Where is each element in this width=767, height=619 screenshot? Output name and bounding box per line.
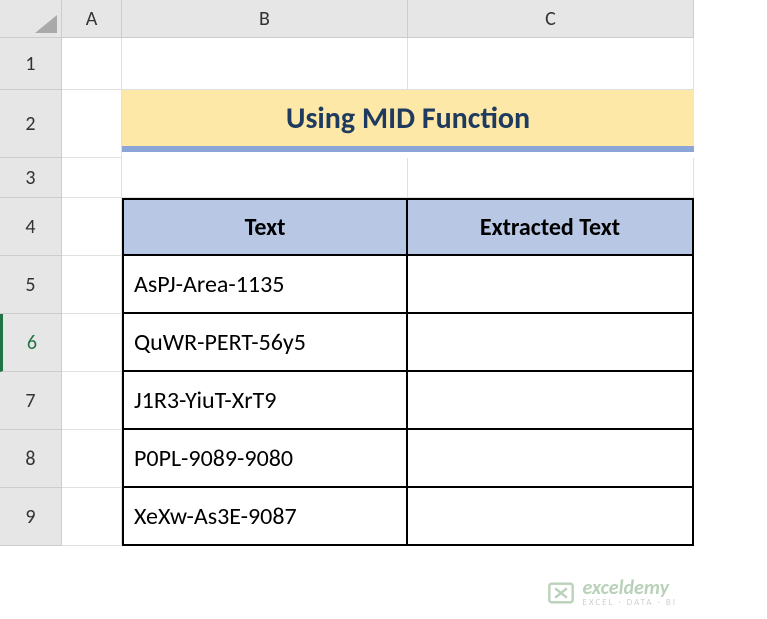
cell-A1[interactable] <box>62 38 122 90</box>
cell-C9[interactable] <box>408 488 694 546</box>
table-header-text[interactable]: Text <box>122 198 408 256</box>
select-all-corner[interactable] <box>0 0 62 38</box>
cell-A4[interactable] <box>62 198 122 256</box>
cell-A9[interactable] <box>62 488 122 546</box>
exceldemy-logo-icon <box>547 579 575 607</box>
cell-B6[interactable]: QuWR-PERT-56y5 <box>122 314 408 372</box>
cell-C6[interactable] <box>408 314 694 372</box>
cell-B1[interactable] <box>122 38 408 90</box>
watermark: exceldemy EXCEL · DATA · BI <box>547 578 677 607</box>
row-header-4[interactable]: 4 <box>0 198 62 256</box>
col-header-A[interactable]: A <box>62 0 122 38</box>
cell-B9[interactable]: XeXw-As3E-9087 <box>122 488 408 546</box>
cell-A8[interactable] <box>62 430 122 488</box>
row-header-2[interactable]: 2 <box>0 90 62 158</box>
cell-C8[interactable] <box>408 430 694 488</box>
cell-B8[interactable]: P0PL-9089-9080 <box>122 430 408 488</box>
cell-A5[interactable] <box>62 256 122 314</box>
row-header-1[interactable]: 1 <box>0 38 62 90</box>
cell-C1[interactable] <box>408 38 694 90</box>
page-title: Using MID Function <box>122 90 694 152</box>
cell-C3[interactable] <box>408 158 694 198</box>
cell-A6[interactable] <box>62 314 122 372</box>
row-header-3[interactable]: 3 <box>0 158 62 198</box>
watermark-brand: exceldemy <box>583 578 677 598</box>
row-header-8[interactable]: 8 <box>0 430 62 488</box>
col-header-C[interactable]: C <box>408 0 694 38</box>
cell-A3[interactable] <box>62 158 122 198</box>
col-header-B[interactable]: B <box>122 0 408 38</box>
cell-B7[interactable]: J1R3-YiuT-XrT9 <box>122 372 408 430</box>
spreadsheet-grid: A B C 1 2 Using MID Function 3 4 Text Ex… <box>0 0 767 546</box>
row-header-9[interactable]: 9 <box>0 488 62 546</box>
watermark-sub: EXCEL · DATA · BI <box>583 598 677 607</box>
cell-C7[interactable] <box>408 372 694 430</box>
table-header-extracted[interactable]: Extracted Text <box>408 198 694 256</box>
cell-B3[interactable] <box>122 158 408 198</box>
row-header-7[interactable]: 7 <box>0 372 62 430</box>
title-merged-cell[interactable]: Using MID Function <box>122 90 694 158</box>
row-header-5[interactable]: 5 <box>0 256 62 314</box>
cell-C5[interactable] <box>408 256 694 314</box>
cell-A2[interactable] <box>62 90 122 158</box>
row-header-6[interactable]: 6 <box>0 314 62 372</box>
cell-B5[interactable]: AsPJ-Area-1135 <box>122 256 408 314</box>
cell-A7[interactable] <box>62 372 122 430</box>
